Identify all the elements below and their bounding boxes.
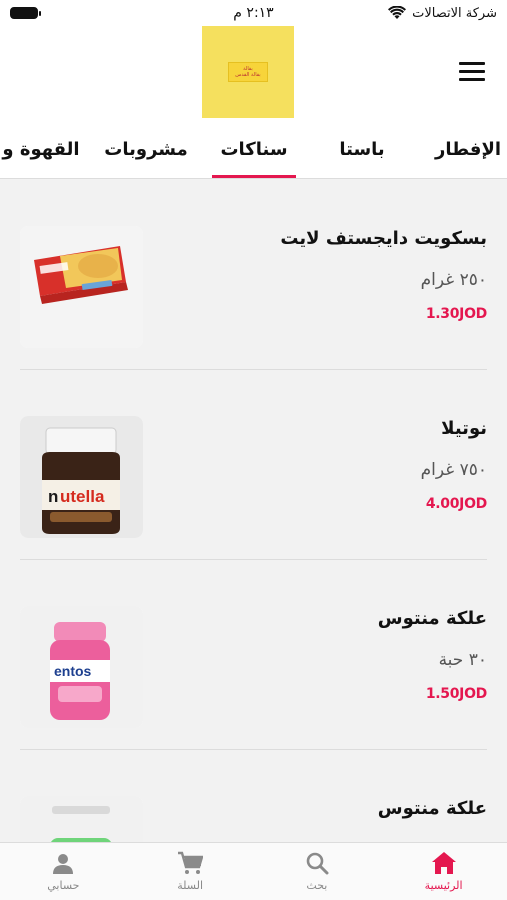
product-weight: ٣٠ حبة	[438, 650, 487, 670]
hamburger-menu-icon[interactable]	[459, 58, 485, 84]
product-image-digestive[interactable]	[20, 226, 143, 348]
product-price: 1.50JOD	[425, 686, 487, 702]
product-image-mentos[interactable]: entos	[20, 606, 143, 728]
tab-drinks[interactable]: مشروبات	[100, 120, 192, 178]
nav-cart-label: السلة	[177, 879, 203, 892]
wifi-icon	[388, 6, 407, 20]
nav-account[interactable]: حسابي	[0, 843, 127, 900]
svg-text:utella: utella	[60, 487, 105, 506]
nav-home[interactable]: الرئيسية	[380, 843, 507, 900]
product-card[interactable]: n utella نوتيلا ٧٥٠ غرام 4.00JOD	[0, 370, 507, 560]
logo-text-bottom: بقالة القدس	[235, 72, 261, 78]
status-bar: ٢:١٣ م شركة الاتصالات	[0, 0, 507, 26]
product-card[interactable]: علكة منتوس	[0, 750, 507, 842]
product-list: بسكويت دايجستف لايت ٢٥٠ غرام 1.30JOD n u…	[0, 180, 507, 842]
product-weight: ٢٥٠ غرام	[420, 270, 487, 290]
tab-pasta[interactable]: باستا	[322, 120, 402, 178]
product-name: نوتيلا	[441, 418, 487, 439]
home-icon	[431, 852, 456, 874]
nav-account-label: حسابي	[47, 879, 80, 892]
bottom-nav: حسابي السلة بحث الرئيسية	[0, 842, 507, 900]
product-name: علكة منتوس	[377, 608, 487, 629]
status-carrier-group: شركة الاتصالات	[388, 6, 497, 21]
tab-coffee[interactable]: القهوة و ا	[0, 120, 90, 178]
user-icon	[53, 854, 74, 874]
svg-text:n: n	[48, 487, 58, 506]
nav-search-label: بحث	[306, 879, 328, 892]
product-name: علكة منتوس	[377, 798, 487, 819]
svg-text:entos: entos	[54, 663, 92, 679]
tab-snacks[interactable]: سناكات	[212, 120, 296, 178]
nav-home-label: الرئيسية	[424, 879, 463, 892]
nav-search[interactable]: بحث	[254, 843, 381, 900]
cart-icon	[178, 851, 204, 874]
product-price: 4.00JOD	[425, 496, 487, 512]
product-image-mentos-2[interactable]	[20, 796, 143, 842]
tab-breakfast[interactable]: الإفطار	[428, 120, 507, 178]
carrier-name: شركة الاتصالات	[412, 5, 497, 21]
battery-icon	[10, 7, 41, 19]
category-tabs: الإفطار باستا سناكات مشروبات القهوة و ا	[0, 120, 507, 179]
product-price: 1.30JOD	[425, 306, 487, 322]
product-card[interactable]: entos علكة منتوس ٣٠ حبة 1.50JOD	[0, 560, 507, 750]
nav-cart[interactable]: السلة	[127, 843, 254, 900]
battery-indicator	[10, 7, 41, 19]
search-icon	[306, 852, 329, 875]
product-card[interactable]: بسكويت دايجستف لايت ٢٥٠ غرام 1.30JOD	[0, 180, 507, 370]
logo-label: بقالة بقالة القدس	[228, 62, 268, 82]
product-weight: ٧٥٠ غرام	[420, 460, 487, 480]
app-header: بقالة بقالة القدس	[0, 26, 507, 120]
store-logo[interactable]: بقالة بقالة القدس	[202, 26, 294, 118]
product-name: بسكويت دايجستف لايت	[280, 228, 487, 249]
product-image-nutella[interactable]: n utella	[20, 416, 143, 538]
